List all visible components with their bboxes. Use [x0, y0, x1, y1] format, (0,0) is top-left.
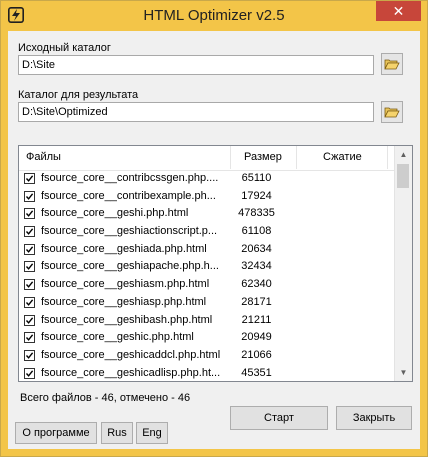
window-title: HTML Optimizer v2.5	[143, 7, 285, 24]
checkmark-icon	[25, 352, 34, 359]
file-size: 20949	[241, 331, 272, 344]
file-checkbox[interactable]	[24, 190, 35, 202]
close-button[interactable]: Закрыть	[336, 406, 412, 430]
file-checkbox[interactable]	[24, 208, 35, 220]
scroll-thumb[interactable]	[397, 164, 409, 188]
target-browse-button[interactable]	[381, 101, 403, 123]
app-window: HTML Optimizer v2.5 ✕ Исходный каталог D…	[0, 0, 428, 457]
table-row[interactable]: fsource_core__geshic.php.html 20949	[19, 329, 395, 347]
file-checkbox[interactable]	[24, 349, 35, 361]
file-name: fsource_core__geshicadlisp.php.ht...	[41, 366, 221, 379]
file-checkbox[interactable]	[24, 243, 35, 255]
checkmark-icon	[25, 316, 34, 324]
checkmark-icon	[25, 228, 34, 235]
table-row[interactable]: fsource_core__geshicaddcl.php.html 21066	[19, 347, 395, 365]
russian-language-button[interactable]: Rus	[101, 422, 133, 444]
target-folder-input[interactable]: D:\Site\Optimized	[18, 102, 374, 122]
checkmark-icon	[25, 263, 34, 271]
file-name: fsource_core__geshiactionscript.p...	[41, 225, 218, 238]
file-checkbox[interactable]	[24, 314, 35, 326]
window-close-button[interactable]: ✕	[376, 1, 421, 21]
file-size: 17924	[241, 189, 272, 202]
source-browse-button[interactable]	[381, 53, 403, 75]
column-separator[interactable]	[296, 146, 297, 169]
status-text: Всего файлов - 46, отмечено - 46	[20, 392, 191, 404]
table-row[interactable]: fsource_core__contribcssgen.php.... 65110	[19, 170, 395, 188]
file-size: 478335	[238, 207, 275, 220]
source-folder-input[interactable]: D:\Site	[18, 55, 374, 75]
column-header-size[interactable]: Размер	[244, 151, 282, 163]
checkmark-icon	[25, 175, 34, 182]
checkmark-icon	[25, 193, 34, 200]
file-name: fsource_core__geshiada.php.html	[41, 242, 207, 255]
table-row[interactable]: fsource_core__geshiapache.php.h... 32434	[19, 258, 395, 276]
file-name: fsource_core__geshiasp.php.html	[41, 295, 207, 308]
file-name: fsource_core__geshiasm.php.html	[41, 278, 210, 291]
file-size: 21211	[241, 313, 272, 326]
scroll-down-arrow-icon[interactable]: ▼	[395, 364, 412, 381]
checkmark-icon	[25, 281, 34, 289]
file-checkbox[interactable]	[24, 226, 35, 238]
column-header-files[interactable]: Файлы	[26, 151, 61, 163]
file-checkbox[interactable]	[24, 367, 35, 379]
open-folder-icon	[384, 107, 400, 118]
table-row[interactable]: fsource_core__geshiada.php.html 20634	[19, 241, 395, 259]
file-size: 65110	[241, 172, 272, 184]
client-area: Исходный каталог D:\Site Каталог для рез…	[8, 31, 420, 449]
table-row[interactable]: fsource_core__geshiactionscript.p... 6110…	[19, 223, 395, 241]
about-button[interactable]: О программе	[15, 422, 97, 444]
title-bar[interactable]: HTML Optimizer v2.5 ✕	[1, 1, 427, 31]
file-name: fsource_core__geshibash.php.html	[41, 313, 213, 326]
file-checkbox[interactable]	[24, 296, 35, 308]
file-checkbox[interactable]	[24, 173, 35, 184]
file-size: 21066	[241, 348, 272, 361]
source-folder-label: Исходный каталог	[18, 42, 111, 54]
file-list-scrollbar[interactable]: ▲ ▼	[394, 146, 412, 381]
file-list[interactable]: Файлы Размер Сжатие fsource_core__contri…	[18, 145, 413, 382]
checkmark-icon	[25, 299, 34, 306]
file-name: fsource_core__contribcssgen.php....	[41, 172, 219, 184]
file-name: fsource_core__contribexample.ph...	[41, 189, 216, 202]
table-row[interactable]: fsource_core__geshiasm.php.html 62340	[19, 276, 395, 294]
table-row[interactable]: fsource_core__geshi.php.html 478335	[19, 205, 395, 223]
file-name: fsource_core__geshiapache.php.h...	[41, 260, 219, 273]
file-checkbox[interactable]	[24, 261, 35, 273]
file-size: 45351	[241, 366, 272, 379]
column-separator[interactable]	[230, 146, 231, 169]
file-size: 62340	[241, 278, 272, 291]
file-list-header: Файлы Размер Сжатие	[19, 146, 395, 171]
file-size: 20634	[241, 242, 272, 255]
file-size: 32434	[241, 260, 272, 273]
file-rows: fsource_core__contribcssgen.php.... 65110…	[19, 170, 395, 381]
column-separator[interactable]	[387, 146, 388, 169]
open-folder-icon	[384, 59, 400, 70]
table-row[interactable]: fsource_core__geshiasp.php.html 28171	[19, 294, 395, 312]
target-folder-label: Каталог для результата	[18, 89, 139, 101]
file-name: fsource_core__geshicaddcl.php.html	[41, 348, 221, 361]
checkmark-icon	[25, 369, 34, 377]
file-name: fsource_core__geshic.php.html	[41, 331, 194, 344]
english-language-button[interactable]: Eng	[136, 422, 168, 444]
column-header-compression[interactable]: Сжатие	[323, 151, 362, 163]
checkmark-icon	[25, 334, 34, 342]
scroll-up-arrow-icon[interactable]: ▲	[395, 146, 412, 163]
table-row[interactable]: fsource_core__geshibash.php.html 21211	[19, 312, 395, 330]
table-row[interactable]: fsource_core__contribexample.ph... 17924	[19, 188, 395, 206]
checkmark-icon	[25, 246, 34, 253]
file-name: fsource_core__geshi.php.html	[41, 207, 189, 220]
file-checkbox[interactable]	[24, 332, 35, 344]
file-size: 61108	[241, 225, 272, 238]
start-button[interactable]: Старт	[230, 406, 328, 430]
table-row[interactable]: fsource_core__geshicadlisp.php.ht... 4535…	[19, 365, 395, 381]
file-checkbox[interactable]	[24, 279, 35, 291]
checkmark-icon	[25, 210, 34, 218]
file-size: 28171	[241, 295, 272, 308]
